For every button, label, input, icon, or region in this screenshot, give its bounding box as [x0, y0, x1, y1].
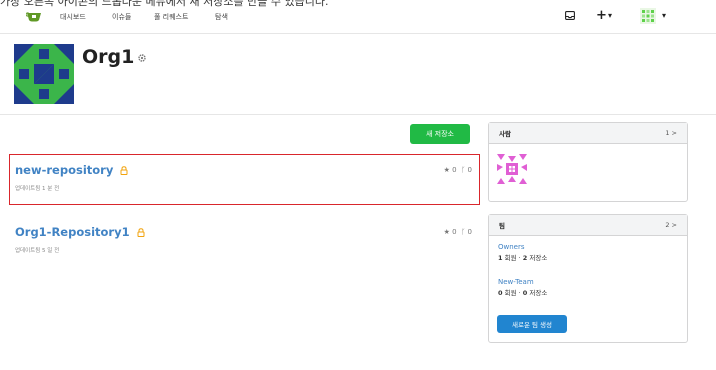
gear-icon[interactable] [137, 53, 147, 63]
create-team-button[interactable]: 새로운 팀 생성 [497, 315, 567, 333]
repo-link[interactable]: Org1-Repository1 [15, 225, 145, 239]
team-meta: 1 회원 · 2 저장소 [498, 254, 548, 262]
star-count: 0 [452, 166, 457, 174]
nav-dashboard-link[interactable]: 대시보드 [60, 12, 86, 22]
lock-icon [120, 166, 128, 175]
repo-updated-time: 업데이트됨 1 분 전 [15, 186, 60, 192]
plus-icon[interactable]: + [596, 8, 607, 23]
people-panel-header[interactable]: 사람 1 > [489, 123, 687, 144]
highlight-box [9, 154, 480, 205]
header-divider [0, 114, 716, 115]
teams-title: 팀 [499, 222, 505, 230]
new-repository-button[interactable]: 새 저장소 [410, 124, 470, 144]
star-icon: ★ [443, 166, 450, 174]
people-count: 1 > [665, 129, 677, 137]
star-count: 0 [452, 228, 457, 236]
team-item: New-Team 0 회원 · 0 저장소 [489, 278, 547, 297]
inbox-icon[interactable] [565, 11, 575, 20]
fork-icon: ᚴ [461, 228, 466, 236]
chevron-down-icon[interactable]: ▾ [662, 11, 666, 20]
fork-count: 0 [467, 228, 472, 236]
repo-updated-time: 업데이트됨 5 일 전 [15, 248, 60, 254]
team-name-link[interactable]: New-Team [498, 278, 547, 286]
nav-issues-link[interactable]: 이슈들 [112, 12, 131, 22]
team-name-link[interactable]: Owners [498, 243, 547, 251]
nav-explore-link[interactable]: 탐색 [215, 12, 228, 22]
team-item: Owners 1 회원 · 2 저장소 [489, 243, 547, 262]
chevron-down-icon[interactable]: ▾ [608, 11, 612, 20]
repo-stats: ★ 0 ᚴ 0 [444, 166, 472, 174]
nav-pulls-link[interactable]: 풀 리퀘스트 [154, 12, 188, 22]
fork-icon: ᚴ [461, 166, 466, 174]
repo-stats: ★ 0 ᚴ 0 [444, 228, 472, 236]
navbar-divider [0, 33, 716, 34]
chevron-right-icon: > [671, 129, 677, 137]
member-avatar[interactable] [497, 154, 527, 184]
people-title: 사람 [499, 130, 511, 138]
org-avatar [14, 44, 74, 104]
org-name: Org1 [82, 46, 135, 68]
chevron-right-icon: > [671, 221, 677, 229]
fork-count: 0 [467, 166, 472, 174]
star-icon: ★ [443, 228, 450, 236]
top-navbar: 대시보드 이슈들 풀 리퀘스트 탐색 + ▾ ▾ [0, 4, 716, 30]
teams-panel-header[interactable]: 팀 2 > [489, 215, 687, 236]
lock-icon [137, 228, 145, 237]
repo-link[interactable]: new-repository [15, 163, 128, 177]
user-avatar[interactable] [640, 8, 656, 24]
teams-count: 2 > [665, 221, 677, 229]
people-panel: 사람 1 > [488, 122, 688, 202]
gitea-logo[interactable] [26, 10, 42, 22]
team-meta: 0 회원 · 0 저장소 [498, 289, 548, 297]
